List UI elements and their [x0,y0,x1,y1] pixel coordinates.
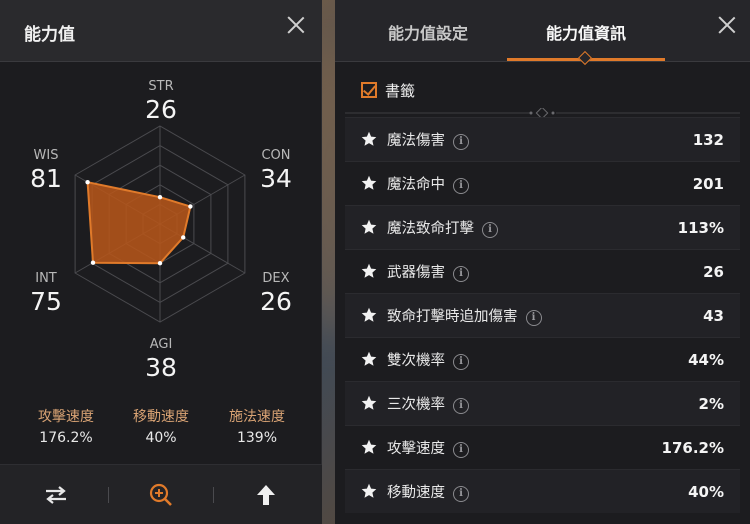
stat-info-list: 魔法傷害 i 132 魔法命中 i 201 魔法致命打擊 i 113% 武器傷害 i 26 致命打擊時追… [345,117,740,513]
star-icon[interactable] [361,307,377,323]
stat-row-value: 26 [703,262,724,281]
attack-speed-value: 176.2% [39,430,93,446]
move-speed-label: 移動速度 [133,409,189,425]
stat-row: 三次機率 i 2% [345,381,740,425]
star-icon[interactable] [361,263,377,279]
radar-stat-shape [86,180,192,265]
active-tab-marker [577,50,593,66]
stat-row-value: 40% [688,482,724,501]
info-icon[interactable]: i [453,354,469,370]
radar-point-dex [181,235,186,240]
close-icon[interactable] [716,14,738,36]
star-icon[interactable] [361,395,377,411]
int-value: 75 [30,287,62,316]
con-value: 34 [260,164,292,193]
wis-label: WIS [33,148,59,163]
bookmark-checkbox[interactable] [361,82,377,98]
int-label: INT [35,271,57,286]
stat-row-value: 44% [688,350,724,369]
cast-speed-summary: 施法速度 139% [207,406,307,446]
str-label: STR [148,79,174,94]
stat-row: 雙次機率 i 44% [345,337,740,381]
upload-arrow-icon [257,485,275,505]
upload-button[interactable] [246,477,286,513]
info-icon[interactable]: i [525,310,542,326]
dex-value: 26 [260,287,292,316]
stat-row-name: 魔法命中 i [387,173,469,194]
info-icon[interactable]: i [453,134,469,150]
stat-row-name: 攻擊速度 i [387,437,469,458]
star-icon[interactable] [361,439,377,455]
attack-speed-summary: 攻擊速度 176.2% [16,406,116,446]
star-icon[interactable] [361,351,377,367]
info-icon[interactable]: i [453,486,469,502]
speed-summary: 攻擊速度 176.2% 移動速度 40% 施法速度 139% [0,406,322,456]
stat-row-value: 201 [692,174,724,193]
stat-radar-chart: STR 26 CON 34 DEX 26 AGI 38 INT 75 WIS 8… [0,62,322,392]
attack-speed-label: 攻擊速度 [38,409,94,425]
info-icon[interactable]: i [453,266,469,282]
cast-speed-value: 139% [236,430,278,446]
stat-row: 攻擊速度 i 176.2% [345,425,740,469]
stats-panel-header: 能力值 [0,0,321,62]
stat-row-value: 43 [703,306,724,325]
tab-stat-settings[interactable]: 能力值設定 [381,20,475,44]
stat-row: 武器傷害 i 26 [345,249,740,293]
stat-row-name: 魔法傷害 i [387,129,469,150]
star-icon[interactable] [361,219,377,235]
stats-panel: 能力值 STR 26 CON 34 DEX 26 AGI 38 INT 75 W… [0,0,322,524]
stat-row-value: 176.2% [661,438,724,457]
stat-row-name: 移動速度 i [387,481,469,502]
info-icon[interactable]: i [482,222,498,238]
info-icon[interactable]: i [453,398,469,414]
zoom-in-icon [149,483,172,506]
star-icon[interactable] [361,175,377,191]
move-speed-value: 40% [145,430,177,446]
wis-value: 81 [30,164,62,193]
stat-row-value: 113% [677,218,724,237]
stat-info-header: 能力值設定 能力值資訊 [335,0,750,66]
stats-panel-title: 能力值 [24,25,75,45]
stat-info-panel: 能力值設定 能力值資訊 書籤 魔法傷害 i 132 魔法命中 i 201 魔法致命打擊 i 11… [335,0,750,524]
swap-arrows-icon [46,486,66,504]
stat-row-name: 致命打擊時追加傷害 i [387,305,542,326]
stat-row-value: 2% [698,394,724,413]
bookmark-label: 書籤 [385,81,416,100]
bookmark-toggle[interactable]: 書籤 [361,78,415,102]
tab-stat-info[interactable]: 能力值資訊 [539,20,633,44]
footer-divider [108,487,109,503]
zoom-button[interactable] [141,477,181,513]
star-icon[interactable] [361,483,377,499]
stat-row-name: 武器傷害 i [387,261,469,282]
radar-point-int [90,260,96,265]
stat-row-name: 三次機率 i [387,393,469,414]
stat-row: 魔法命中 i 201 [345,161,740,205]
stat-row-value: 132 [692,130,724,149]
radar-point-agi [157,261,163,266]
stat-row-name: 魔法致命打擊 i [387,217,498,238]
stats-panel-footer [0,464,322,524]
radar-point-con [188,204,193,209]
dex-label: DEX [262,271,290,286]
str-value: 26 [145,95,177,124]
agi-label: AGI [149,337,173,352]
stat-row: 致命打擊時追加傷害 i 43 [345,293,740,337]
info-icon[interactable]: i [453,442,469,458]
footer-divider [213,487,214,503]
star-icon[interactable] [361,131,377,147]
cast-speed-label: 施法速度 [229,409,285,425]
move-speed-summary: 移動速度 40% [111,406,211,446]
stat-row: 魔法傷害 i 132 [345,117,740,161]
swap-button[interactable] [36,477,76,513]
close-icon[interactable] [285,14,307,36]
radar-point-wis [85,180,90,185]
con-label: CON [261,148,291,163]
agi-value: 38 [145,353,177,382]
stat-row-name: 雙次機率 i [387,349,469,370]
radar-point-str [157,195,163,200]
stat-row: 移動速度 i 40% [345,469,740,513]
info-icon[interactable]: i [453,178,469,194]
stat-row: 魔法致命打擊 i 113% [345,205,740,249]
